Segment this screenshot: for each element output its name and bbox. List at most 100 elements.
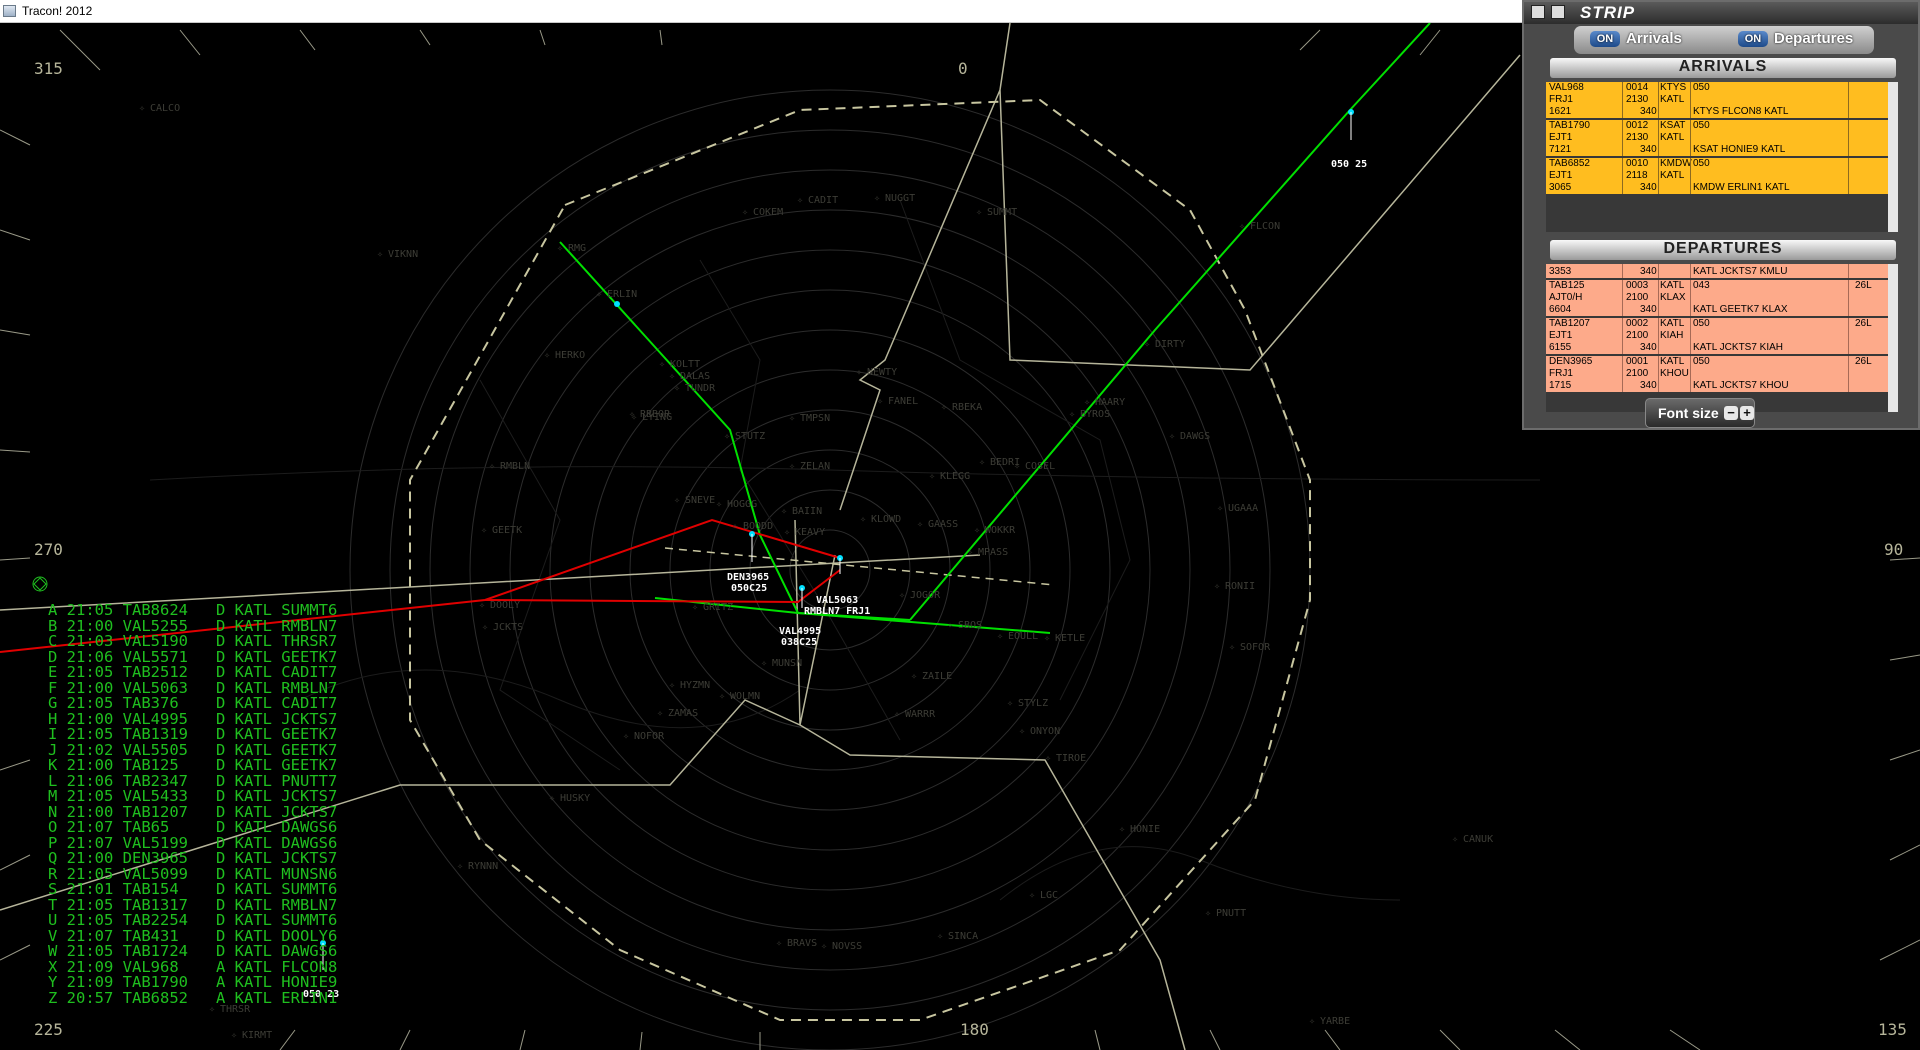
fix-marker-icon: ✧	[719, 691, 725, 702]
strip-divider	[1848, 264, 1849, 278]
font-size-label: Font size	[1658, 405, 1719, 421]
fix-label: KLOWD	[871, 514, 901, 525]
fix-marker-icon: ✧	[139, 103, 145, 114]
fix-marker-icon: ✧	[1019, 726, 1025, 737]
fix-marker-icon: ✧	[776, 938, 782, 949]
font-decrease-button[interactable]: −	[1724, 406, 1738, 420]
strip-divider	[1622, 264, 1623, 278]
tab-departures[interactable]: ON Departures	[1738, 30, 1853, 50]
strip-time: 0002	[1626, 318, 1649, 329]
departure-strip[interactable]: DEN3965 FRJ1 1715 0001 2100 340 KATL KHOU 050 KAT…	[1546, 356, 1898, 394]
data-tags[interactable]: DEN3965 050C25 VAL5063 RMBLN7 FRJ1 VAL49…	[303, 159, 1367, 1000]
strip-route: KMDW ERLIN1 KATL	[1693, 182, 1790, 193]
fix-marker-icon: ✧	[856, 367, 862, 378]
arrivals-on-toggle[interactable]: ON	[1590, 31, 1620, 48]
fix-marker-icon: ✧	[596, 289, 602, 300]
strip-divider	[1658, 82, 1659, 118]
fix-label: TMPSN	[800, 413, 830, 424]
strip-cs: DEN3965	[1549, 356, 1593, 367]
arrivals-list[interactable]: VAL968 FRJ1 1621 0014 2130 340 KTYS KATL 050 KTYS…	[1546, 82, 1898, 232]
strip-route: KATL JCKTS7 KMLU	[1693, 266, 1788, 277]
strip-from: KSAT	[1660, 120, 1686, 131]
fix-label: RYNNN	[468, 861, 498, 872]
departures-scrollbar[interactable]	[1888, 264, 1898, 412]
departures-list[interactable]: VAL4995FRJ1335300042100340KATLKMLU038KAT…	[1546, 264, 1898, 412]
strip-divider	[1690, 82, 1691, 118]
fix-label: ZAILE	[922, 671, 952, 682]
strip-tabs: ON Arrivals ON Departures	[1574, 26, 1874, 54]
strip-divider	[1658, 264, 1659, 278]
departure-strip[interactable]: TAB125 AJT0/H 6604 0003 2100 340 KATL KLAX 043 KA…	[1546, 280, 1898, 318]
fix-marker-icon: ✧	[489, 461, 495, 472]
strip-title: STRIP	[1580, 3, 1636, 22]
strip-rwy: 26L	[1855, 318, 1872, 329]
arrival-strip[interactable]: TAB6852 EJT1 3065 0010 2118 340 KMDW KATL 050 KMD…	[1546, 158, 1898, 196]
fix-label: MUNSN	[772, 658, 802, 669]
strip-divider	[1690, 120, 1691, 156]
strip-rwy: 26L	[1855, 356, 1872, 367]
strip-divider	[1848, 120, 1849, 156]
fix-label: SOFOR	[1240, 642, 1271, 653]
strip-route: KATL JCKTS7 KIAH	[1693, 342, 1784, 353]
fix-label: MPASS	[978, 547, 1008, 558]
strip-alt: 340	[1640, 106, 1657, 117]
departures-header: DEPARTURES	[1550, 240, 1896, 260]
strip-cs: TAB1790	[1549, 120, 1590, 131]
strip-spd: 2130	[1626, 132, 1649, 143]
bearing-0: 0	[958, 59, 968, 78]
strip-divider	[1658, 158, 1659, 194]
strip-alt: 340	[1640, 182, 1657, 193]
strip-type: FRJ1	[1549, 94, 1573, 105]
fix-label: CANUK	[1463, 834, 1493, 845]
strip-code: 7121	[1549, 144, 1572, 155]
arrival-strip[interactable]: TAB1790 EJT1 7121 0012 2130 340 KSAT KATL 050 KSA…	[1546, 120, 1898, 158]
strip-type: FRJ1	[1549, 368, 1573, 379]
strip-route: KATL GEETK7 KLAX	[1693, 304, 1788, 315]
strip-rwy: 26L	[1855, 280, 1872, 291]
strip-divider	[1690, 158, 1691, 194]
fix-label: DAWGS	[1180, 431, 1210, 442]
strip-cs: TAB6852	[1549, 158, 1590, 169]
arrivals-scrollbar[interactable]	[1888, 82, 1898, 232]
pin-icon[interactable]	[1531, 5, 1545, 19]
strip-from: KMDW	[1660, 158, 1692, 169]
font-increase-button[interactable]: +	[1740, 406, 1754, 420]
strip-from: KATL	[1660, 356, 1685, 367]
fix-label: STYLZ	[1018, 698, 1048, 709]
fix-marker-icon: ✧	[976, 207, 982, 218]
strip-to: KATL	[1660, 132, 1685, 143]
fix-marker-icon: ✧	[481, 525, 487, 536]
strip-to: KLAX	[1660, 292, 1686, 303]
window-title: Tracon! 2012	[22, 4, 93, 18]
strip-panel[interactable]: STRIP ON Arrivals ON Departures ARRIVALS V…	[1522, 0, 1920, 430]
fix-marker-icon: ✧	[657, 708, 663, 719]
strip-header: STRIP	[1524, 2, 1918, 24]
fix-label: WOKKR	[985, 525, 1016, 536]
departure-strip[interactable]: TAB1207 EJT1 6155 0002 2100 340 KATL KIAH 050 KAT…	[1546, 318, 1898, 356]
aircraft-targets[interactable]	[320, 109, 1354, 946]
strip-to: KMLU	[1660, 264, 1688, 266]
tab-arrivals[interactable]: ON Arrivals	[1590, 30, 1682, 50]
fix-label: HYZMN	[680, 680, 710, 691]
fix-label: HAARY	[1095, 397, 1125, 408]
edit-icon[interactable]	[1551, 5, 1565, 19]
fix-marker-icon: ✧	[911, 671, 917, 682]
fix-label: WARRR	[905, 709, 936, 720]
strip-cs: TAB1207	[1549, 318, 1590, 329]
fix-marker-icon: ✧	[1239, 221, 1245, 232]
strip-spd: 2100	[1626, 292, 1649, 303]
fix-marker-icon: ✧	[761, 658, 767, 669]
departure-strip[interactable]: VAL4995FRJ1335300042100340KATLKMLU038KAT…	[1546, 264, 1898, 280]
departures-on-toggle[interactable]: ON	[1738, 31, 1768, 48]
fix-marker-icon: ✧	[669, 371, 675, 382]
strip-to: KIAH	[1660, 330, 1684, 341]
strip-divider	[1658, 280, 1659, 316]
fix-marker-icon: ✧	[941, 402, 947, 413]
fix-marker-icon: ✧	[1119, 824, 1125, 835]
strip-divider	[1690, 280, 1691, 316]
fix-marker-icon: ✧	[1084, 397, 1090, 408]
fix-marker-icon: ✧	[1029, 890, 1035, 901]
fix-label: TIROE	[1056, 753, 1086, 764]
arrival-strip[interactable]: VAL968 FRJ1 1621 0014 2130 340 KTYS KATL 050 KTYS…	[1546, 82, 1898, 120]
fix-marker-icon: ✧	[716, 499, 722, 510]
